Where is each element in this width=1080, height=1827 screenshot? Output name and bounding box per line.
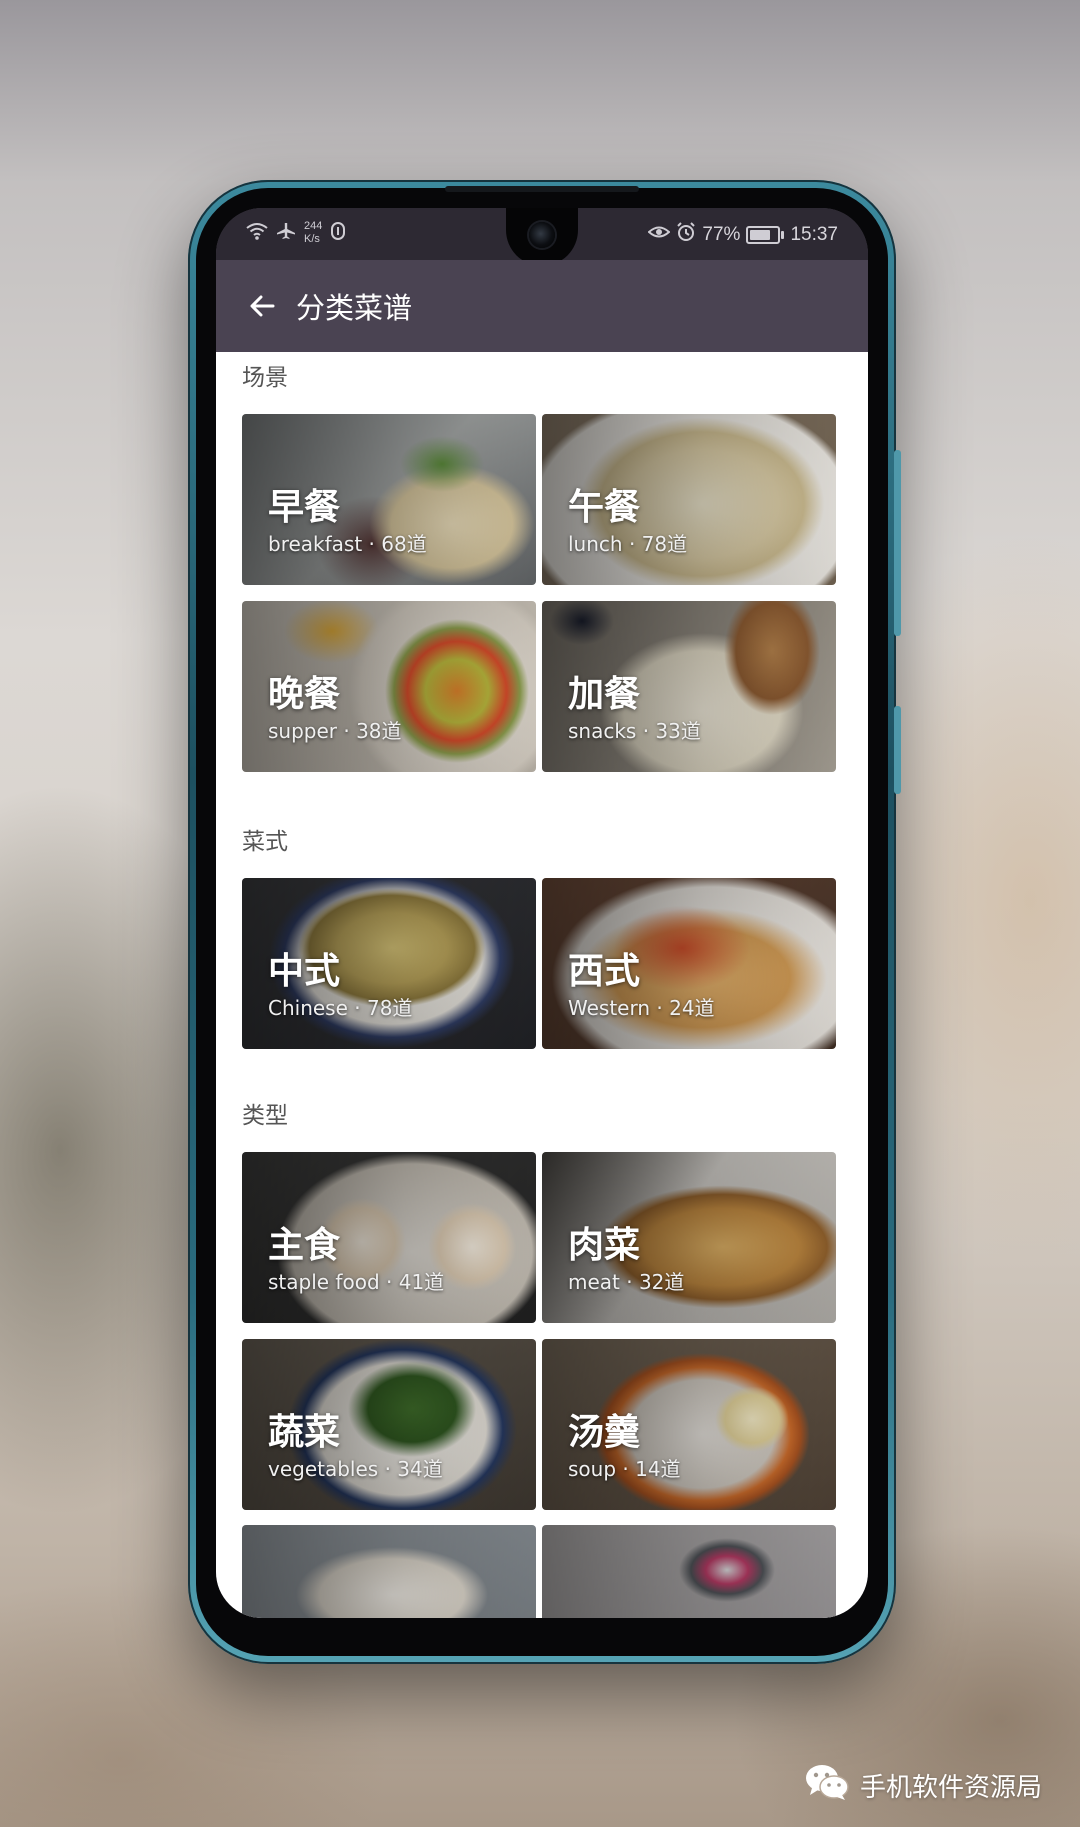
status-bar: 244 K/s 77% 15:37 <box>216 208 868 266</box>
card-subtitle: staple food · 41道 <box>268 1270 445 1294</box>
earpiece <box>445 186 639 192</box>
card-subtitle: Western · 24道 <box>568 996 715 1020</box>
card-subtitle: vegetables · 34道 <box>268 1457 443 1481</box>
category-card-partial[interactable] <box>542 1525 836 1618</box>
network-speed-unit: K/s <box>304 233 320 245</box>
back-button[interactable] <box>242 286 282 326</box>
card-title: 中式 <box>268 951 341 992</box>
status-left: 244 K/s <box>246 220 346 246</box>
network-speed: 244 K/s <box>304 220 322 246</box>
card-subtitle: Chinese · 78道 <box>268 996 413 1020</box>
card-title: 午餐 <box>568 487 641 528</box>
front-camera <box>529 222 555 248</box>
category-card-meat[interactable]: 肉菜 meat · 32道 <box>542 1152 836 1323</box>
card-subtitle: snacks · 33道 <box>568 719 701 743</box>
battery-fill <box>750 230 771 240</box>
category-card-staple-food[interactable]: 主食 staple food · 41道 <box>242 1152 536 1323</box>
card-title: 晚餐 <box>268 674 341 715</box>
section-header-scene: 场景 <box>242 365 288 391</box>
card-title: 主食 <box>268 1225 341 1266</box>
section-header-type: 类型 <box>242 1103 288 1129</box>
card-subtitle: meat · 32道 <box>568 1270 685 1294</box>
network-speed-value: 244 <box>304 220 323 232</box>
card-title: 肉菜 <box>568 1225 641 1266</box>
category-card-chinese[interactable]: 中式 Chinese · 78道 <box>242 878 536 1049</box>
battery-percent: 77% <box>702 224 741 245</box>
notification-icon <box>330 221 346 246</box>
category-card-partial[interactable] <box>242 1525 536 1618</box>
card-subtitle: breakfast · 68道 <box>268 532 427 556</box>
section-header-cuisine: 菜式 <box>242 829 288 855</box>
category-card-soup[interactable]: 汤羹 soup · 14道 <box>542 1339 836 1510</box>
category-card-supper[interactable]: 晚餐 supper · 38道 <box>242 601 536 772</box>
category-card-snacks[interactable]: 加餐 snacks · 33道 <box>542 601 836 772</box>
eye-comfort-icon <box>647 224 671 246</box>
card-title: 蔬菜 <box>268 1412 341 1453</box>
phone-screen: 244 K/s 77% 15:37 分类菜谱 场景 早餐 breakfast ·… <box>216 208 868 1618</box>
power-button <box>894 706 901 794</box>
app-bar: 分类菜谱 <box>216 260 868 352</box>
page-title: 分类菜谱 <box>296 291 413 325</box>
category-card-breakfast[interactable]: 早餐 breakfast · 68道 <box>242 414 536 585</box>
card-subtitle: supper · 38道 <box>268 719 402 743</box>
battery-icon <box>746 226 785 244</box>
wifi-icon <box>246 222 268 245</box>
clock-time: 15:37 <box>790 224 838 245</box>
airplane-icon <box>276 222 296 245</box>
status-right: 77% 15:37 <box>647 222 838 248</box>
watermark: 手机软件资源局 <box>804 1762 1042 1809</box>
arrow-left-icon <box>250 295 275 317</box>
card-title: 早餐 <box>268 487 341 528</box>
alarm-icon <box>676 222 696 248</box>
wechat-icon <box>804 1762 850 1809</box>
card-title: 西式 <box>568 951 641 992</box>
display-notch <box>506 208 578 266</box>
category-card-vegetables[interactable]: 蔬菜 vegetables · 34道 <box>242 1339 536 1510</box>
volume-button <box>894 450 901 636</box>
card-title: 汤羹 <box>568 1412 641 1453</box>
card-title: 加餐 <box>568 674 641 715</box>
category-card-lunch[interactable]: 午餐 lunch · 78道 <box>542 414 836 585</box>
watermark-text: 手机软件资源局 <box>859 1773 1042 1803</box>
category-list[interactable]: 场景 早餐 breakfast · 68道 午餐 lunch · 78道 晚餐 … <box>216 352 868 1618</box>
category-card-western[interactable]: 西式 Western · 24道 <box>542 878 836 1049</box>
card-subtitle: soup · 14道 <box>568 1457 681 1481</box>
card-subtitle: lunch · 78道 <box>568 532 688 556</box>
